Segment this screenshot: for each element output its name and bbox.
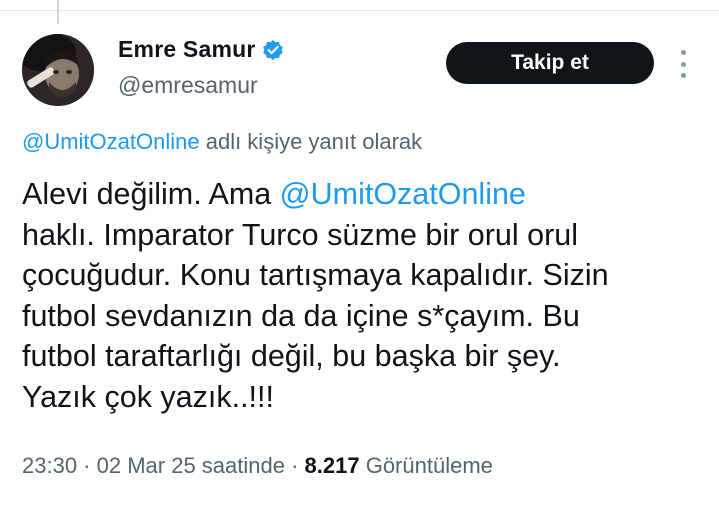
author-handle[interactable]: @emresamur [118, 72, 258, 99]
meta-separator: · [284, 453, 305, 478]
tweet-text: Alevi değilim. Ama @UmitOzatOnline haklı… [22, 174, 702, 417]
tweet-mention-link[interactable]: @UmitOzatOnline [280, 177, 526, 211]
views-count[interactable]: 8.217 [305, 453, 360, 478]
top-divider [0, 10, 719, 11]
author-name-row: Emre Samur [118, 36, 284, 63]
tweet-line: Alevi değilim. Ama @UmitOzatOnline [22, 174, 702, 215]
tweet-line: Yazık çok yazık..!!! [22, 379, 274, 414]
more-dot [680, 50, 686, 55]
avatar[interactable] [22, 34, 94, 106]
views-label: Görüntüleme [359, 453, 493, 478]
display-name[interactable]: Emre Samur [118, 36, 256, 63]
tweet-line: futbol taraftarlığı değil, bu başka bir … [22, 339, 561, 373]
tweet-line: futbol sevdanızın da da içine s*çayım. B… [22, 298, 580, 333]
tweet-text-segment: Alevi değilim. Ama [22, 177, 280, 211]
more-dot [680, 73, 686, 78]
verified-badge-icon [262, 39, 284, 61]
tweet-time[interactable]: 23:30 [22, 453, 77, 478]
more-dot [680, 61, 686, 67]
tweet-line: haklı. Imparator Turco süzme bir orul or… [22, 217, 578, 252]
more-options-icon[interactable] [674, 50, 692, 78]
reply-context: @UmitOzatOnline adlı kişiye yanıt olarak [22, 129, 422, 155]
tweet-meta: 23:30 · 02 Mar 25 saatinde · 8.217 Görün… [22, 453, 493, 479]
tweet-date[interactable]: 02 Mar 25 saatinde [97, 453, 285, 478]
avatar-image [22, 34, 94, 106]
thread-connector-line [57, 0, 59, 24]
reply-context-label: adlı kişiye yanıt olarak [199, 129, 423, 154]
follow-button[interactable]: Takip et [446, 42, 654, 84]
reply-mention-link[interactable]: @UmitOzatOnline [22, 129, 200, 154]
tweet-line: çocuğudur. Konu tartışmaya kapalıdır. Si… [22, 258, 609, 292]
meta-separator: · [77, 453, 97, 478]
